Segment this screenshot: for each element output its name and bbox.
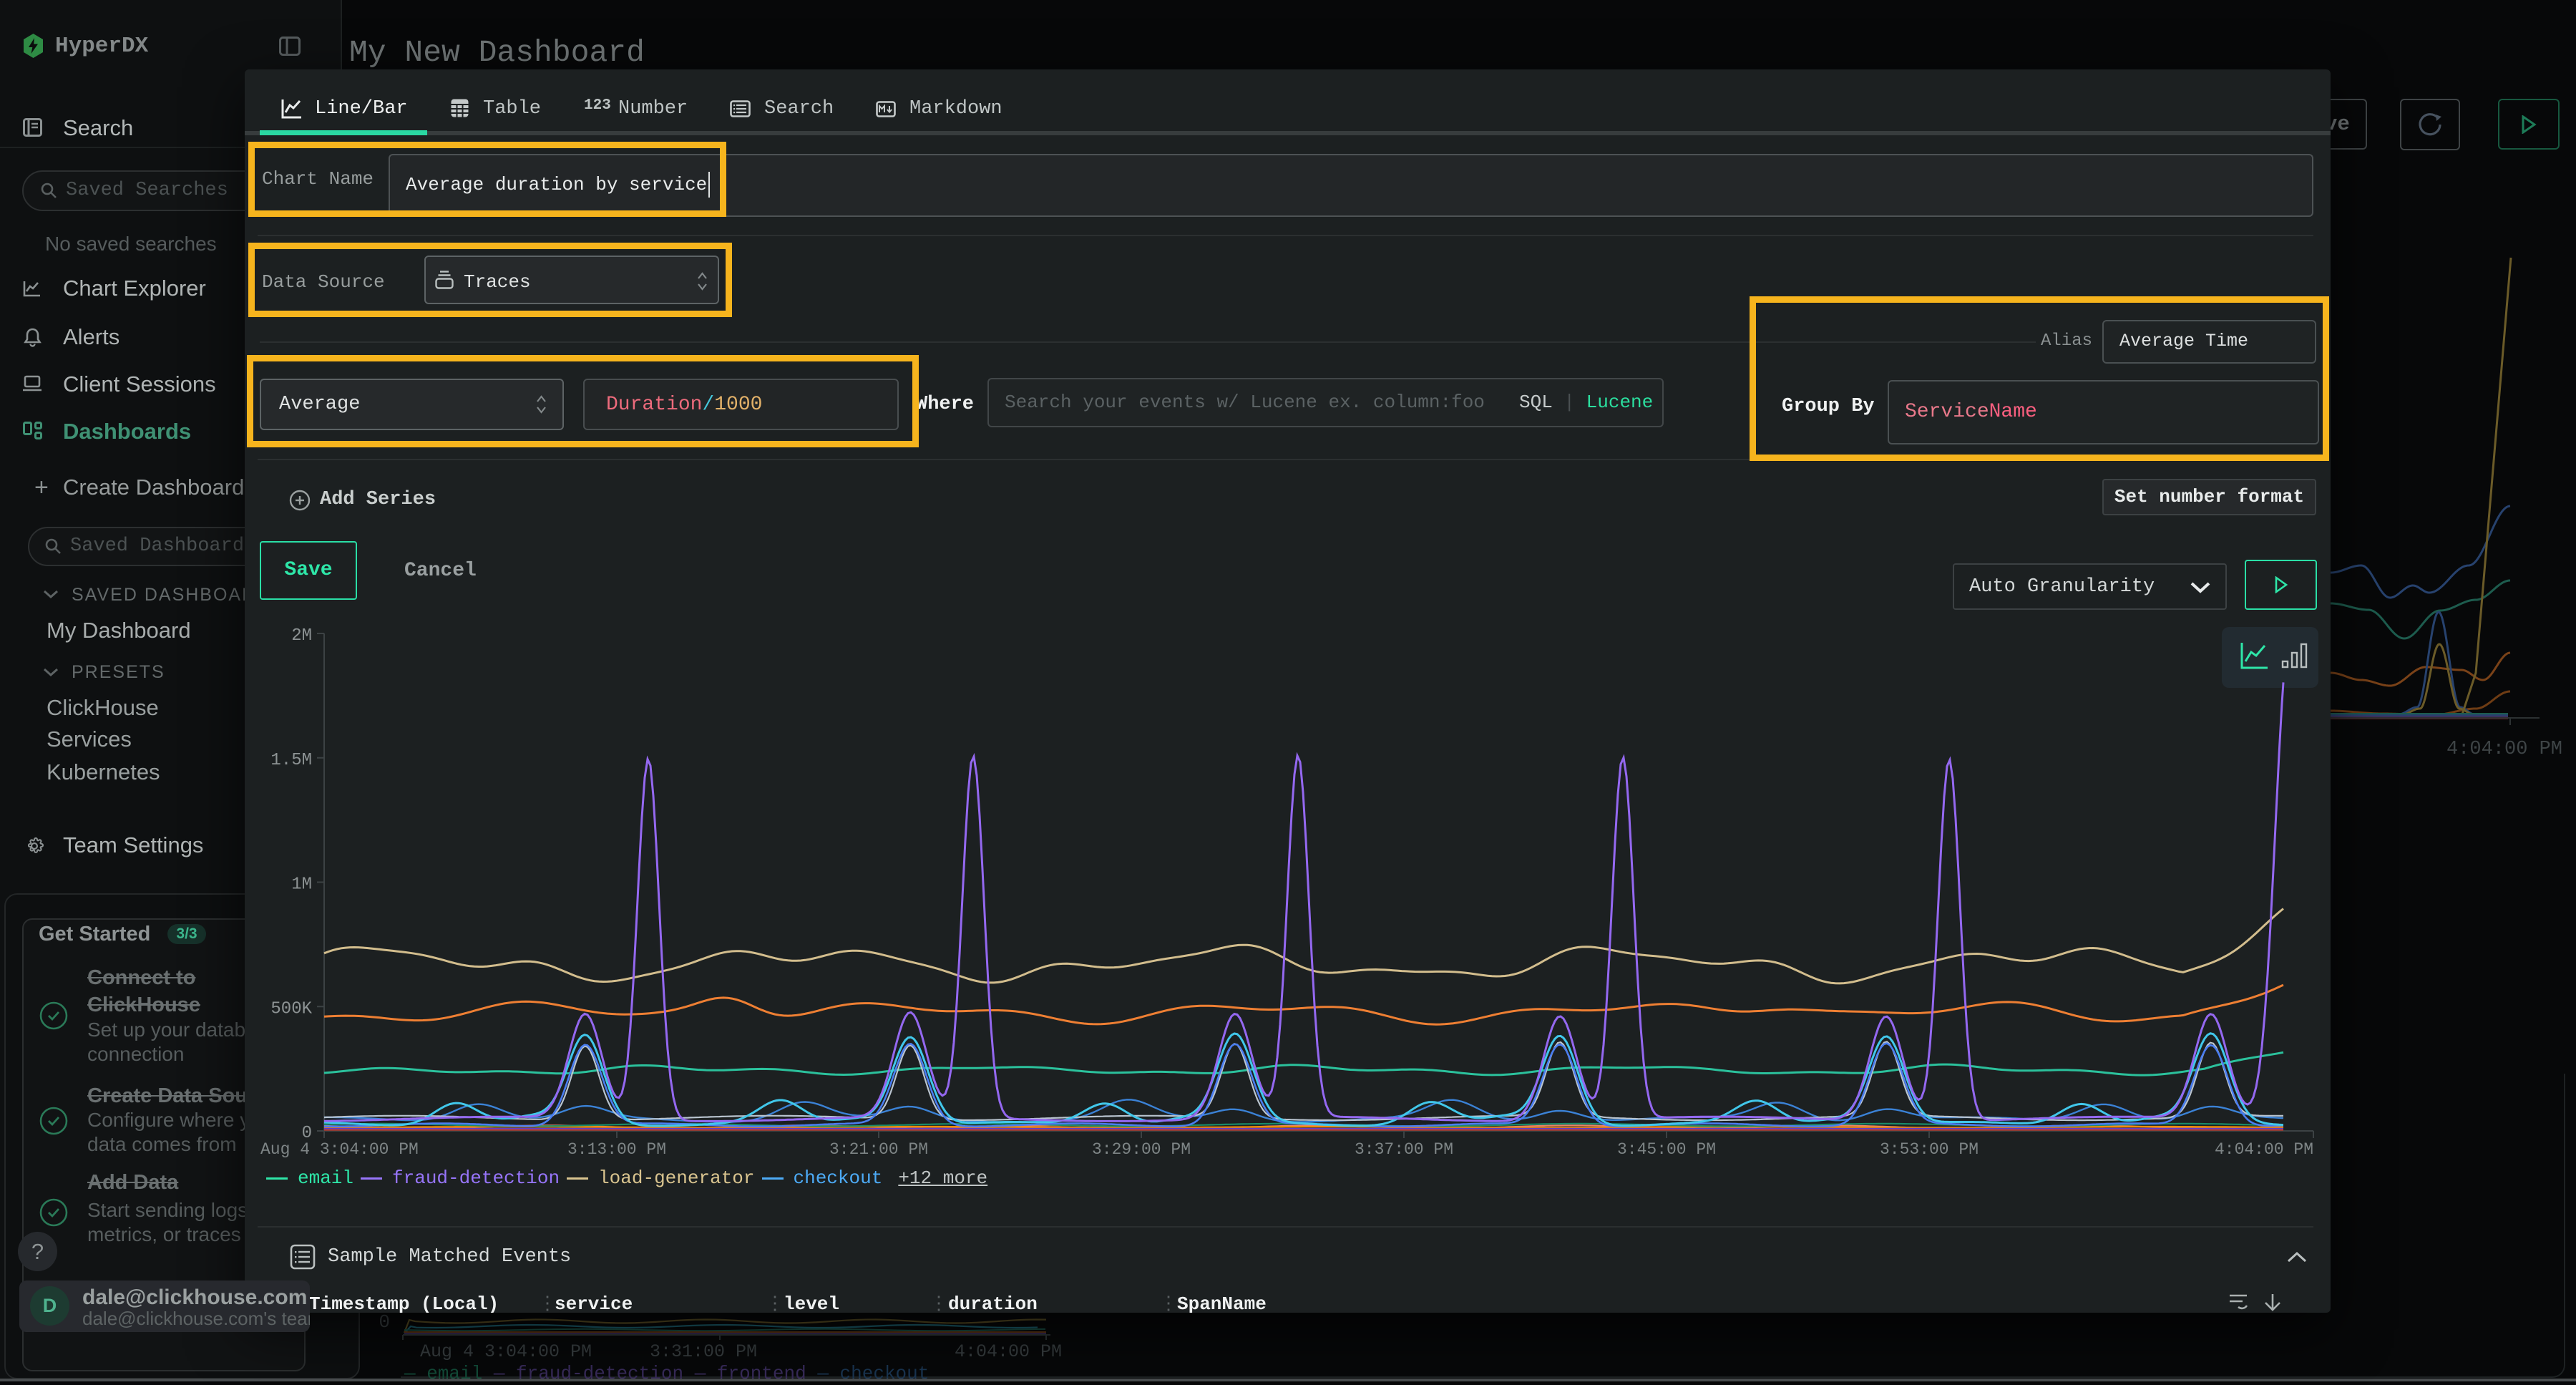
svg-text:500K: 500K bbox=[270, 999, 312, 1019]
svg-text:1.5M: 1.5M bbox=[270, 751, 312, 770]
svg-text:4:04:00 PM: 4:04:00 PM bbox=[2215, 1140, 2313, 1159]
svg-text:3:37:00 PM: 3:37:00 PM bbox=[1355, 1140, 1453, 1159]
svg-text:2M: 2M bbox=[291, 626, 312, 646]
svg-text:3:13:00 PM: 3:13:00 PM bbox=[567, 1140, 666, 1159]
svg-text:Aug 4 3:04:00 PM: Aug 4 3:04:00 PM bbox=[260, 1140, 419, 1159]
svg-text:3:45:00 PM: 3:45:00 PM bbox=[1617, 1140, 1716, 1159]
svg-text:3:29:00 PM: 3:29:00 PM bbox=[1092, 1140, 1191, 1159]
svg-text:3:21:00 PM: 3:21:00 PM bbox=[829, 1140, 928, 1159]
svg-text:3:53:00 PM: 3:53:00 PM bbox=[1880, 1140, 1979, 1159]
svg-text:0: 0 bbox=[379, 1311, 390, 1333]
svg-text:1M: 1M bbox=[291, 875, 312, 895]
svg-text:4:04:00 PM: 4:04:00 PM bbox=[2446, 739, 2562, 760]
